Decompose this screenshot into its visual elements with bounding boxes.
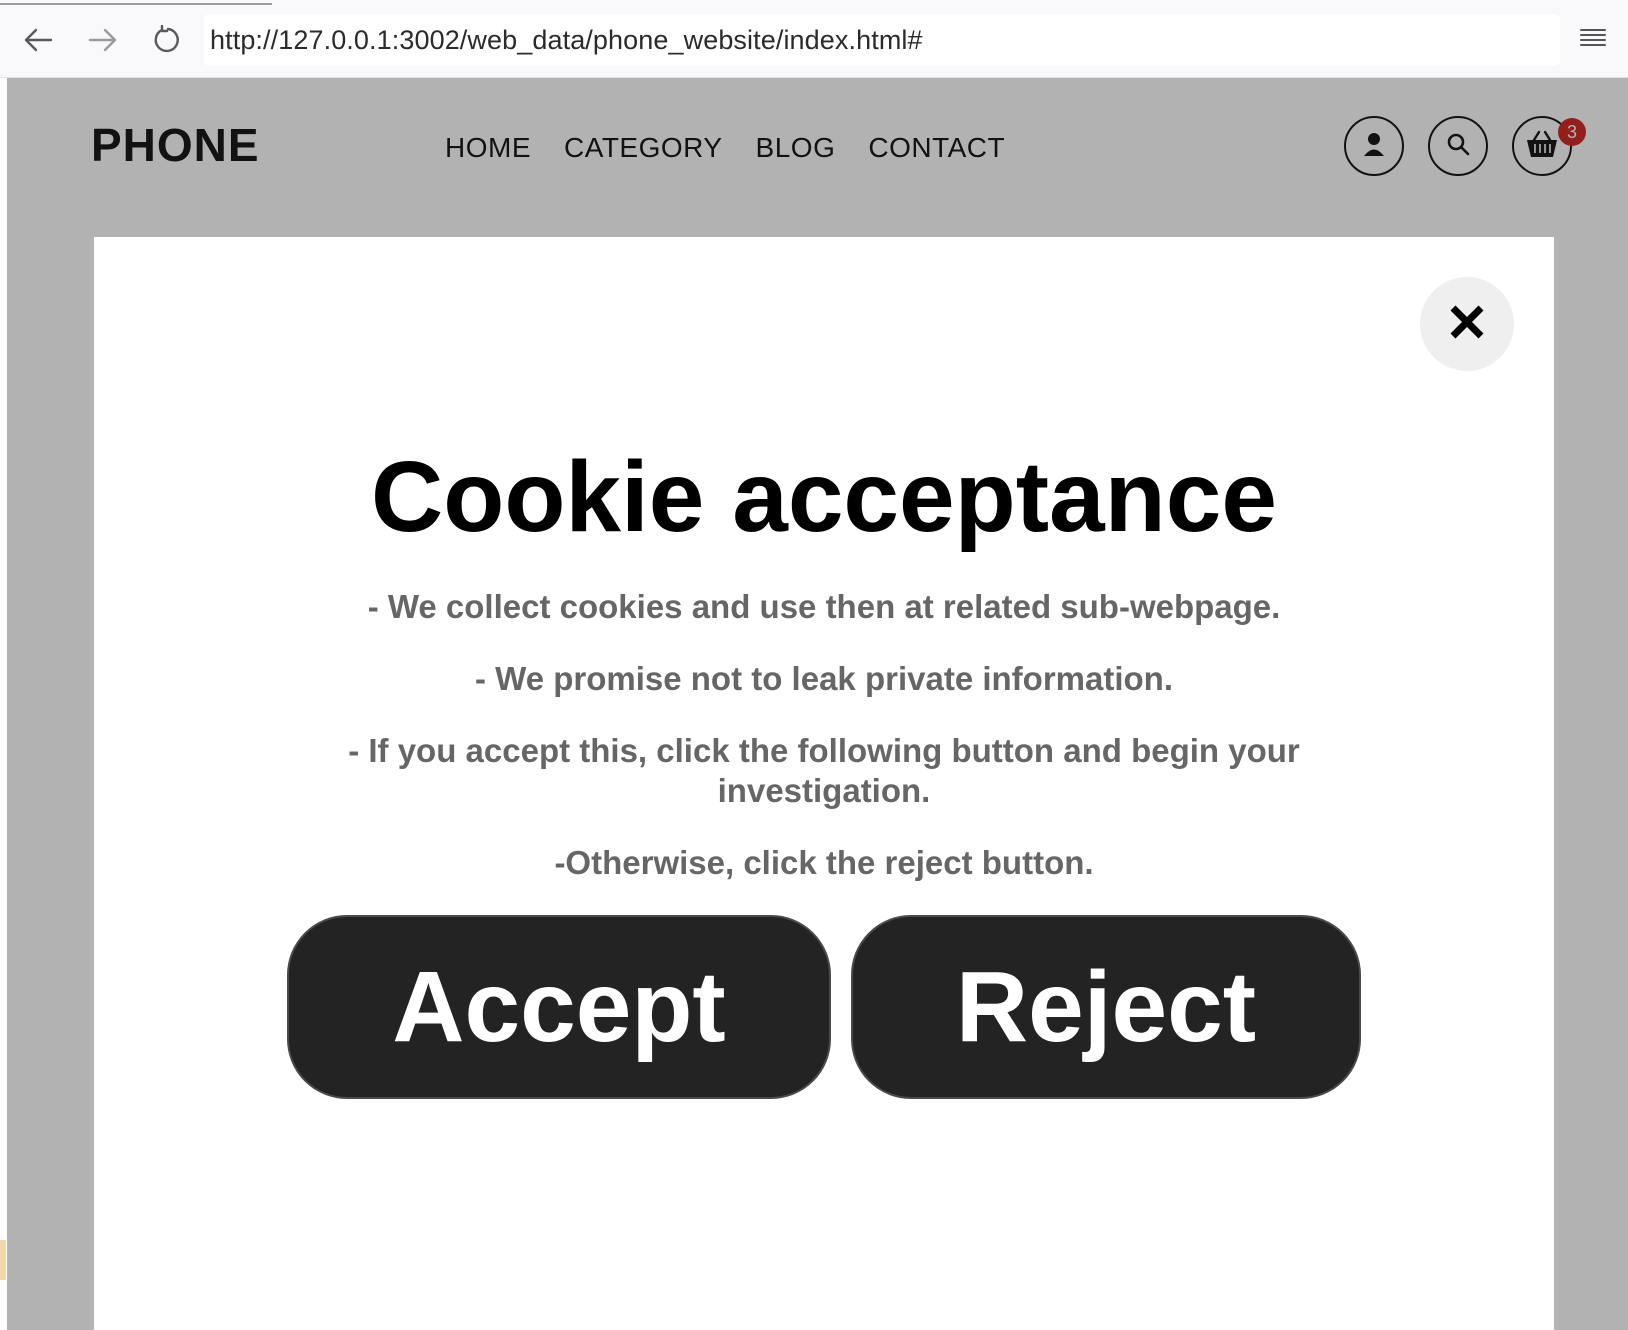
hamburger-menu-icon xyxy=(1579,26,1607,55)
cookie-info-line: - We collect cookies and use then at rel… xyxy=(367,588,1281,625)
browser-menu-button[interactable] xyxy=(1576,24,1610,56)
modal-body: - We collect cookies and use then at rel… xyxy=(314,587,1334,915)
close-icon xyxy=(1448,303,1486,346)
cookie-info-line: - We promise not to leak private informa… xyxy=(475,660,1173,697)
cookie-info-line: -Otherwise, click the reject button. xyxy=(554,844,1094,881)
address-bar[interactable]: http://127.0.0.1:3002/web_data/phone_web… xyxy=(204,14,1560,66)
accept-button[interactable]: Accept xyxy=(287,915,831,1099)
back-button[interactable] xyxy=(16,18,60,62)
cookie-info-line: - If you accept this, click the followin… xyxy=(348,732,1300,809)
reject-button[interactable]: Reject xyxy=(851,915,1361,1099)
url-text: http://127.0.0.1:3002/web_data/phone_web… xyxy=(210,24,923,55)
reload-icon xyxy=(153,25,183,55)
cookie-modal: Cookie acceptance - We collect cookies a… xyxy=(94,237,1554,1330)
side-tab xyxy=(0,1240,6,1280)
forward-button[interactable] xyxy=(81,18,125,62)
browser-toolbar: http://127.0.0.1:3002/web_data/phone_web… xyxy=(0,0,1628,78)
page-load-progress xyxy=(0,3,272,5)
browser-window: http://127.0.0.1:3002/web_data/phone_web… xyxy=(0,0,1628,1330)
cookie-button-row: Accept Reject xyxy=(287,915,1367,1101)
arrow-left-icon xyxy=(23,28,53,52)
arrow-right-icon xyxy=(88,28,118,52)
close-button[interactable] xyxy=(1420,277,1514,371)
reload-button[interactable] xyxy=(146,18,190,62)
modal-title: Cookie acceptance xyxy=(371,441,1277,553)
modal-backdrop[interactable]: Cookie acceptance - We collect cookies a… xyxy=(7,78,1628,1330)
